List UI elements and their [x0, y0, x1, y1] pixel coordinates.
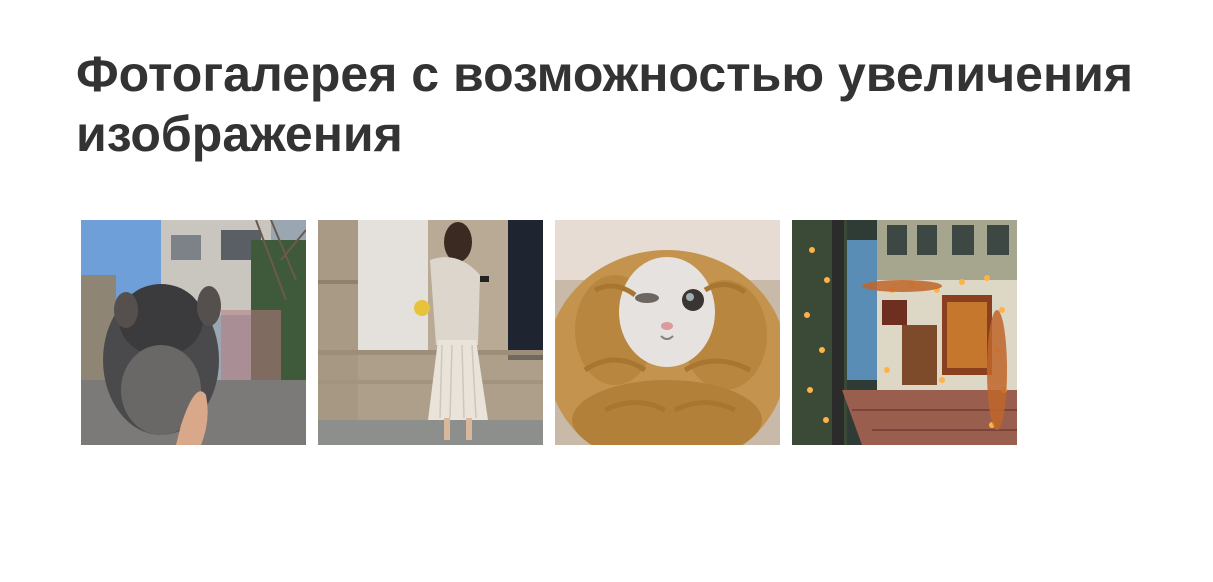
gallery-thumb-cat[interactable]	[555, 220, 780, 445]
woman-image	[318, 220, 543, 445]
chinchilla-image	[81, 220, 306, 445]
page-title: Фотогалерея с возможностью увеличения из…	[76, 46, 1134, 162]
gallery-thumb-woman[interactable]	[318, 220, 543, 445]
street-image	[792, 220, 1017, 445]
cat-image	[555, 220, 780, 445]
gallery-thumb-street[interactable]	[792, 220, 1017, 445]
photo-gallery	[81, 220, 1017, 445]
gallery-thumb-chinchilla[interactable]	[81, 220, 306, 445]
